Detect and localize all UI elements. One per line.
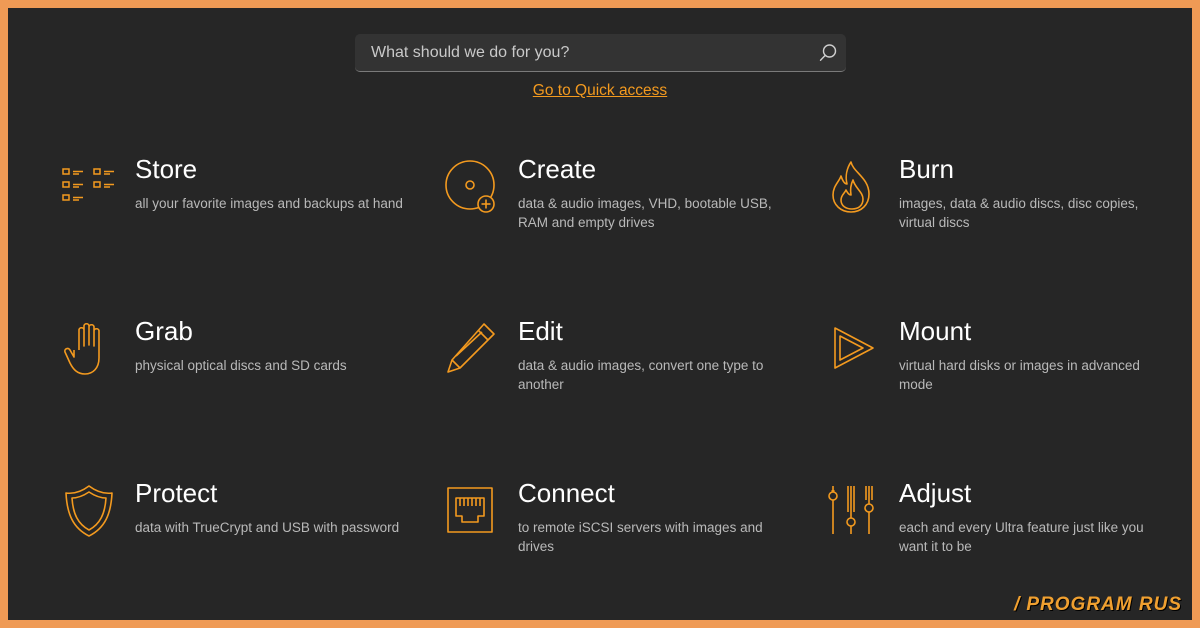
tile-title: Grab <box>135 316 193 346</box>
store-list-icon <box>62 168 114 201</box>
tile-description: physical optical discs and SD cards <box>135 358 347 373</box>
tile-description: virtual hard disks or images in advanced… <box>899 358 1140 392</box>
watermark-slash: / <box>1014 594 1021 615</box>
tile-protect[interactable]: Protect data with TrueCrypt and USB with… <box>61 478 421 592</box>
tile-description: data & audio images, VHD, bootable USB, … <box>518 196 772 230</box>
sliders-icon <box>828 486 874 534</box>
flame-icon <box>832 161 870 213</box>
search-input[interactable] <box>355 34 846 71</box>
pencil-icon <box>447 323 495 373</box>
tile-store[interactable]: Store all your favorite images and backu… <box>61 154 421 268</box>
tile-create[interactable]: Create data & audio images, VHD, bootabl… <box>444 154 804 268</box>
tile-connect[interactable]: Connect to remote iSCSI servers with ima… <box>444 478 804 592</box>
quick-access-link[interactable]: Go to Quick access <box>533 82 667 99</box>
main-window: Go to Quick access Store all your favori… <box>8 8 1192 620</box>
watermark: / PROGRAM RUS <box>1014 594 1182 616</box>
tile-title: Connect <box>518 478 615 508</box>
disc-plus-icon <box>445 160 495 213</box>
watermark-text: PROGRAM RUS <box>1026 594 1182 615</box>
search-box[interactable] <box>355 34 846 72</box>
tile-title: Adjust <box>899 478 972 508</box>
tile-description: all your favorite images and backups at … <box>135 196 403 211</box>
tile-title: Create <box>518 154 597 184</box>
tile-description: data & audio images, convert one type to… <box>518 358 764 392</box>
tile-title: Burn <box>899 154 954 184</box>
search-icon[interactable] <box>818 43 838 63</box>
tile-description: images, data & audio discs, disc copies,… <box>899 196 1139 230</box>
tile-title: Edit <box>518 316 563 346</box>
tile-title: Store <box>135 154 198 184</box>
tile-edit[interactable]: Edit data & audio images, convert one ty… <box>444 316 804 430</box>
tile-description: each and every Ultra feature just like y… <box>899 520 1144 554</box>
tile-title: Mount <box>899 316 972 346</box>
tile-grab[interactable]: Grab physical optical discs and SD cards <box>61 316 421 430</box>
quick-access-row: Go to Quick access <box>8 82 1192 100</box>
play-triangle-icon <box>834 327 874 369</box>
tile-mount[interactable]: Mount virtual hard disks or images in ad… <box>825 316 1185 430</box>
tile-title: Protect <box>135 478 218 508</box>
tile-adjust[interactable]: Adjust each and every Ultra feature just… <box>825 478 1185 592</box>
network-port-icon <box>447 487 493 533</box>
tile-description: to remote iSCSI servers with images and … <box>518 520 763 554</box>
tile-description: data with TrueCrypt and USB with passwor… <box>135 520 400 535</box>
shield-icon <box>65 485 113 537</box>
hand-icon <box>64 322 100 375</box>
tile-burn[interactable]: Burn images, data & audio discs, disc co… <box>825 154 1185 268</box>
